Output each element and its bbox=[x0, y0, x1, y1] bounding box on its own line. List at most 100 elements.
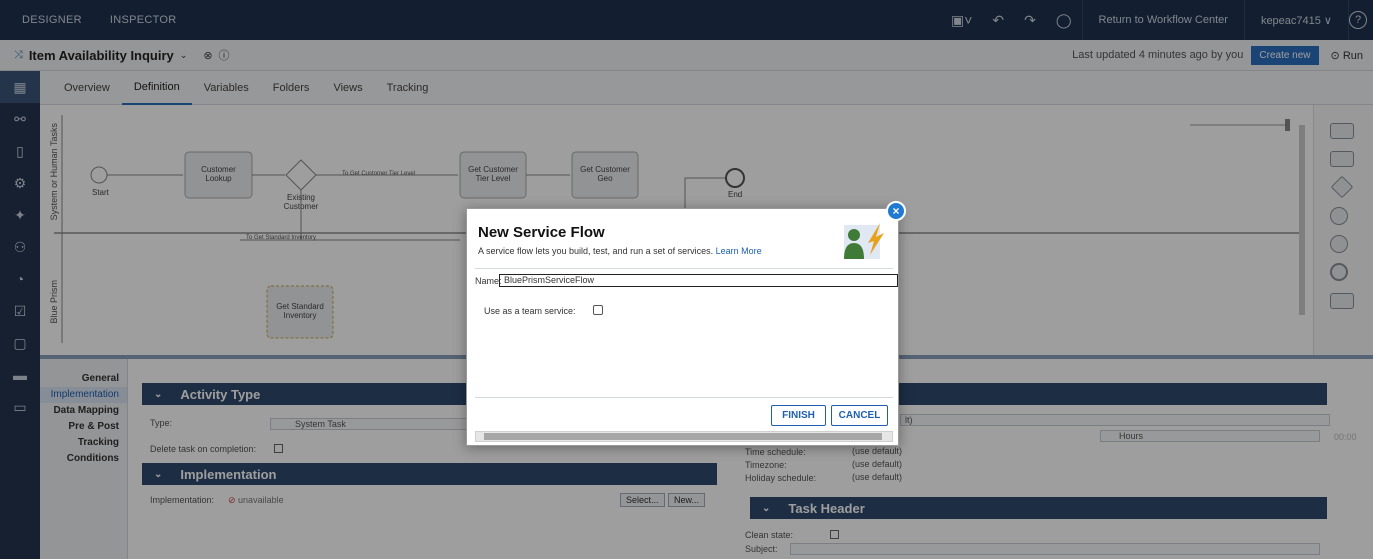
run-label: Run bbox=[1342, 49, 1363, 62]
delete-on-completion-label: Delete task on completion: bbox=[150, 444, 257, 454]
last-updated-text: Last updated 4 minutes ago by you bbox=[1072, 49, 1244, 61]
return-to-workflow-center-link[interactable]: Return to Workflow Center bbox=[1083, 14, 1244, 26]
subject-field[interactable] bbox=[790, 543, 1320, 555]
shape-palette bbox=[1313, 105, 1373, 355]
checklist-icon[interactable]: ☑ bbox=[0, 295, 40, 327]
start-label: Start bbox=[92, 188, 109, 197]
process-title[interactable]: Item Availability Inquiry bbox=[29, 48, 174, 63]
type-field[interactable]: System Task bbox=[270, 418, 470, 430]
name-input[interactable]: BluePrismServiceFlow bbox=[499, 274, 898, 287]
left-icon-rail: ▦ ⚯ ▯ ⚙ ✦ ⚇ ◔ ☑ ▢ ▬ ▭ bbox=[0, 71, 40, 559]
process-icon: ⤨ bbox=[14, 48, 23, 61]
dialog-subtitle: A service flow lets you build, test, and… bbox=[478, 246, 762, 256]
puzzle-icon[interactable]: ✦ bbox=[0, 199, 40, 231]
time-schedule-field[interactable]: (use default) bbox=[848, 446, 1328, 458]
side-conditions[interactable]: Conditions bbox=[40, 451, 127, 467]
side-data-mapping[interactable]: Data Mapping bbox=[40, 403, 127, 419]
document-icon[interactable]: ▯ bbox=[0, 135, 40, 167]
learn-more-link[interactable]: Learn More bbox=[716, 246, 762, 256]
flow-label-tier: To Get Customer Tier Level bbox=[342, 171, 416, 177]
existing-customer-label: Existing Customer bbox=[283, 193, 319, 211]
flow-label-inventory: To Get Standard Inventory bbox=[246, 235, 317, 241]
team-icon[interactable]: ⚇ bbox=[0, 231, 40, 263]
dialog-hscroll-thumb[interactable] bbox=[484, 433, 882, 440]
name-label: Name: bbox=[475, 276, 502, 286]
tab-variables[interactable]: Variables bbox=[192, 71, 261, 105]
tab-folders[interactable]: Folders bbox=[261, 71, 322, 105]
file-icon[interactable]: ▢ bbox=[0, 327, 40, 359]
briefcase-icon[interactable]: ▬ bbox=[0, 359, 40, 391]
gateway-tool-icon[interactable] bbox=[1330, 175, 1354, 199]
implementation-heading: Implementation bbox=[180, 466, 277, 482]
time-schedule-value: (use default) bbox=[852, 446, 903, 456]
new-button[interactable]: New... bbox=[668, 493, 706, 507]
dialog-hscroll[interactable] bbox=[475, 431, 893, 442]
tab-views[interactable]: Views bbox=[321, 71, 374, 105]
chevron-down-icon: ⌄ bbox=[762, 502, 771, 514]
info-icon[interactable]: ⓘ bbox=[219, 47, 230, 63]
tab-overview[interactable]: Overview bbox=[40, 71, 122, 105]
note-tool-icon[interactable] bbox=[1330, 293, 1354, 309]
chevron-down-icon[interactable]: ⌄ bbox=[180, 50, 188, 61]
layout-icon[interactable]: ▦ bbox=[0, 71, 40, 103]
chart-icon[interactable]: ◔ bbox=[0, 263, 40, 295]
lane-tool-icon[interactable] bbox=[1330, 123, 1354, 139]
snapshot-icon[interactable]: ▣˅ bbox=[941, 12, 982, 29]
redo-icon[interactable]: ↷ bbox=[1014, 12, 1046, 29]
timezone-field[interactable]: (use default) bbox=[848, 459, 1328, 471]
holiday-schedule-label: Holiday schedule: bbox=[745, 473, 817, 483]
tab-definition[interactable]: Definition bbox=[121, 71, 192, 105]
due-unit-select[interactable]: Hours bbox=[1100, 430, 1320, 442]
task-header-section[interactable]: ⌄ Task Header bbox=[750, 497, 1327, 519]
select-button[interactable]: Select... bbox=[620, 493, 665, 507]
play-icon: ⊙ bbox=[1330, 49, 1340, 62]
clean-state-checkbox[interactable] bbox=[830, 530, 839, 539]
properties-side-nav: General Implementation Data Mapping Pre … bbox=[40, 359, 128, 559]
close-circle-icon[interactable]: ⊗ bbox=[203, 49, 212, 62]
tab-tracking[interactable]: Tracking bbox=[375, 71, 441, 105]
unavailable-icon: ⊘ unavailable bbox=[228, 495, 284, 505]
start-event[interactable] bbox=[90, 166, 108, 184]
due-unit-value: Hours bbox=[1119, 431, 1144, 441]
top-bar-right: ▣˅ ↶ ↷ ◯ Return to Workflow Center kepea… bbox=[941, 0, 1373, 40]
intermediate-event-tool-icon[interactable] bbox=[1330, 235, 1348, 253]
side-pre-post[interactable]: Pre & Post bbox=[40, 419, 127, 435]
existing-customer-gateway[interactable] bbox=[285, 159, 317, 191]
settings-icon[interactable]: ⚙ bbox=[0, 167, 40, 199]
holiday-schedule-field[interactable]: (use default) bbox=[848, 472, 1328, 484]
event-tool-icon[interactable] bbox=[1330, 207, 1348, 225]
implementation-section[interactable]: ⌄ Implementation bbox=[142, 463, 717, 485]
end-event-tool-icon[interactable] bbox=[1330, 263, 1348, 281]
run-button[interactable]: ⊙ Run bbox=[1331, 49, 1363, 62]
priority-field[interactable]: lt) bbox=[900, 414, 1330, 426]
side-general[interactable]: General bbox=[40, 371, 127, 387]
check-circle-icon[interactable]: ◯ bbox=[1046, 12, 1082, 29]
end-event[interactable] bbox=[725, 168, 745, 188]
folder-icon[interactable]: ▭ bbox=[0, 391, 40, 423]
end-label: End bbox=[728, 190, 743, 199]
close-icon[interactable]: × bbox=[886, 201, 906, 221]
side-tracking[interactable]: Tracking bbox=[40, 435, 127, 451]
dialog-subtitle-text: A service flow lets you build, test, and… bbox=[478, 246, 714, 256]
finish-button[interactable]: FINISH bbox=[771, 405, 826, 426]
create-new-button[interactable]: Create new bbox=[1251, 45, 1319, 65]
delete-on-completion-checkbox[interactable] bbox=[274, 444, 283, 453]
team-service-checkbox[interactable] bbox=[593, 305, 603, 315]
implementation-label: Implementation: bbox=[150, 495, 215, 505]
chevron-down-icon: ⌄ bbox=[154, 468, 163, 480]
undo-icon[interactable]: ↶ bbox=[982, 12, 1014, 29]
right-section-header bbox=[890, 383, 1327, 405]
inspector-tab[interactable]: INSPECTOR bbox=[96, 14, 191, 26]
customer-lookup-label: Customer Lookup bbox=[201, 165, 236, 183]
user-menu[interactable]: kepeac7415 ∨ bbox=[1245, 14, 1348, 27]
designer-tab[interactable]: DESIGNER bbox=[0, 14, 96, 26]
timezone-label: Timezone: bbox=[745, 460, 787, 470]
cancel-button[interactable]: CANCEL bbox=[831, 405, 888, 426]
service-flow-icon bbox=[844, 223, 884, 259]
help-icon[interactable]: ? bbox=[1349, 11, 1367, 29]
process-flow-icon[interactable]: ⚯ bbox=[0, 103, 40, 135]
zoom-handle[interactable] bbox=[1285, 119, 1290, 131]
lane-label-human: System or Human Tasks bbox=[49, 123, 59, 221]
side-implementation[interactable]: Implementation bbox=[40, 387, 127, 403]
task-tool-icon[interactable] bbox=[1330, 151, 1354, 167]
